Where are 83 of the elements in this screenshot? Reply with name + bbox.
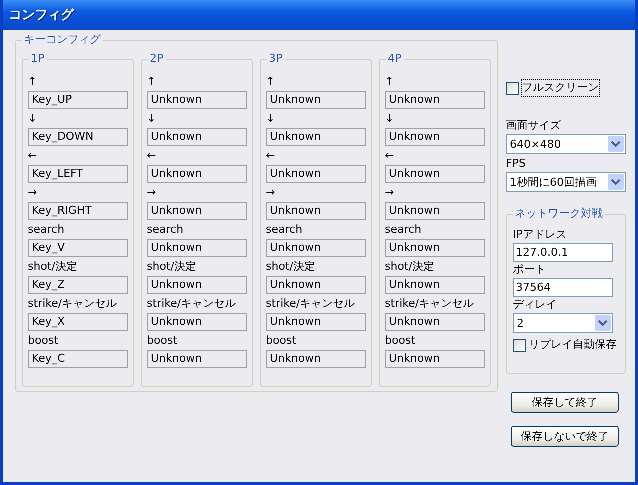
key-label: → (28, 185, 38, 201)
dropdown[interactable]: 640×480 (506, 134, 626, 154)
key-label: boost (385, 333, 416, 349)
key-field[interactable]: Unknown (385, 128, 485, 146)
key-label: ↑ (28, 74, 38, 90)
key-label: ← (266, 148, 276, 164)
key-field[interactable]: Unknown (266, 239, 366, 257)
key-field[interactable]: Unknown (385, 91, 485, 109)
key-field[interactable]: Unknown (266, 313, 366, 331)
key-field[interactable]: Unknown (147, 165, 247, 183)
key-label: ↑ (266, 74, 276, 90)
checkbox[interactable] (513, 338, 526, 352)
key-label: ← (28, 148, 38, 164)
key-label: search (28, 222, 66, 238)
field-label: ポート (513, 262, 547, 278)
key-field[interactable]: Unknown (385, 276, 485, 294)
key-label: ← (147, 148, 158, 164)
key-field[interactable]: Key_Z (28, 276, 128, 294)
key-field[interactable]: Unknown (266, 128, 366, 146)
key-field[interactable]: Key_RIGHT (28, 202, 128, 220)
key-label: → (385, 185, 396, 201)
key-field[interactable]: Unknown (147, 128, 247, 146)
group-title: ネットワーク対戦 (513, 207, 605, 221)
key-label: strike/キャンセル (266, 296, 356, 312)
key-field[interactable]: Unknown (266, 350, 366, 368)
key-field[interactable]: Unknown (385, 313, 485, 331)
key-label: boost (28, 333, 60, 349)
key-field[interactable]: Unknown (385, 202, 485, 220)
key-field[interactable]: Unknown (385, 165, 485, 183)
field-label: ディレイ (513, 297, 558, 313)
key-field[interactable]: Unknown (385, 350, 485, 368)
field-label: 画面サイズ (506, 118, 562, 134)
key-label: ↓ (385, 111, 396, 127)
key-field[interactable]: Unknown (147, 276, 247, 294)
key-label: boost (147, 333, 178, 349)
key-field[interactable]: Unknown (147, 313, 247, 331)
key-label: → (147, 185, 158, 201)
key-label: ↑ (147, 74, 158, 90)
key-label: ↓ (147, 111, 158, 127)
dropdown[interactable]: 1秒間に60回描画 (506, 172, 626, 192)
key-label: search (147, 222, 185, 238)
key-field[interactable]: Key_LEFT (28, 165, 128, 183)
key-label: boost (266, 333, 298, 349)
key-field[interactable]: Unknown (147, 239, 247, 257)
dropdown[interactable]: 2 (513, 313, 613, 333)
key-label: strike/キャンセル (385, 296, 476, 312)
key-label: search (266, 222, 304, 238)
key-label: ↑ (385, 74, 396, 90)
key-field[interactable]: Unknown (147, 202, 247, 220)
field-label: FPS (506, 156, 527, 172)
key-label: ↓ (28, 111, 38, 127)
key-field[interactable]: Key_V (28, 239, 128, 257)
key-field[interactable]: Unknown (266, 165, 366, 183)
input-field[interactable]: 127.0.0.1 (513, 243, 613, 262)
key-label: shot/決定 (266, 259, 316, 275)
action-button[interactable]: 保存しないで終了 (511, 426, 619, 447)
key-label: → (266, 185, 276, 201)
key-label: shot/決定 (147, 259, 198, 275)
key-field[interactable]: Unknown (385, 239, 485, 257)
key-field[interactable]: Unknown (266, 91, 366, 109)
input-field[interactable]: 37564 (513, 278, 613, 297)
field-label: IPアドレス (513, 227, 568, 243)
key-label: strike/キャンセル (28, 296, 118, 312)
key-field[interactable]: Unknown (266, 202, 366, 220)
action-button[interactable]: 保存して終了 (511, 392, 619, 413)
key-label: strike/キャンセル (147, 296, 238, 312)
checkbox-label[interactable]: リプレイ自動保存 (529, 337, 617, 353)
key-field[interactable]: Key_C (28, 350, 128, 368)
key-field[interactable]: Key_X (28, 313, 128, 331)
key-label: ↓ (266, 111, 276, 127)
key-field[interactable]: Key_UP (28, 91, 128, 109)
key-label: search (385, 222, 423, 238)
key-field[interactable]: Unknown (266, 276, 366, 294)
window-title: コンフィグ (9, 7, 74, 24)
key-field[interactable]: Unknown (147, 350, 247, 368)
key-label: ← (385, 148, 396, 164)
checkbox-label[interactable]: フルスクリーン (522, 80, 599, 96)
key-field[interactable]: Unknown (147, 91, 247, 109)
key-label: shot/決定 (28, 259, 78, 275)
key-label: shot/決定 (385, 259, 436, 275)
group-title: キーコンフィグ (22, 33, 103, 47)
key-field[interactable]: Key_DOWN (28, 128, 128, 146)
checkbox[interactable] (506, 82, 519, 94)
